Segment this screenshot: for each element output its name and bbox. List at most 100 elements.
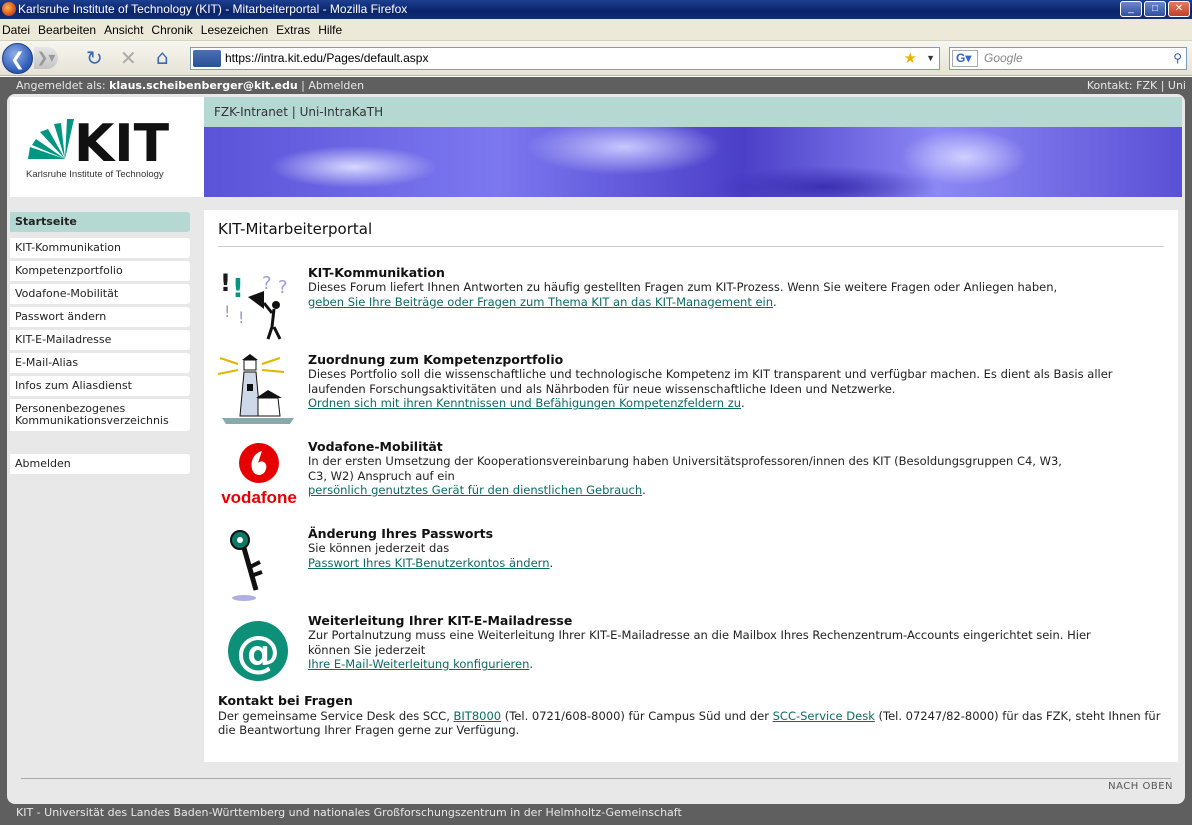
menu-bearbeiten[interactable]: Bearbeiten <box>36 23 102 37</box>
entry-email: @ Weiterleitung Ihrer KIT-E-Mailadresse … <box>218 613 1164 700</box>
sidebar-item-verzeichnis[interactable]: Personenbezogenes Kommunikationsverzeich… <box>10 399 190 431</box>
sidebar-item-kit-email[interactable]: KIT-E-Mailadresse <box>10 330 190 350</box>
svg-text:!: ! <box>220 269 231 297</box>
back-to-top-link[interactable]: NACH OBEN <box>1108 781 1173 792</box>
bit8000-link[interactable]: BIT8000 <box>454 709 502 723</box>
footer-text: KIT - Universität des Landes Baden-Württ… <box>16 806 682 819</box>
maximize-button[interactable]: □ <box>1144 1 1166 17</box>
sidebar-item-vodafone[interactable]: Vodafone-Mobilität <box>10 284 190 304</box>
window-titlebar: Karlsruhe Institute of Technology (KIT) … <box>0 0 1192 19</box>
sidebar-item-kompetenzportfolio[interactable]: Kompetenzportfolio <box>10 261 190 281</box>
sidebar-item-kit-kommunikation[interactable]: KIT-Kommunikation <box>10 238 190 258</box>
page: Angemeldet als: klaus.scheibenberger@kit… <box>0 77 1192 825</box>
entry-title: Änderung Ihres Passworts <box>308 526 494 541</box>
entry-link[interactable]: geben Sie Ihre Beiträge oder Fragen zum … <box>308 295 773 309</box>
menu-datei[interactable]: Datei <box>0 23 36 37</box>
entry-tail: . <box>773 294 777 309</box>
contact-text-2: (Tel. 0721/608-8000) für Campus Süd und … <box>504 708 769 723</box>
entry-text: Zur Portalnutzung muss eine Weiterleitun… <box>308 628 1091 657</box>
svg-text:!: ! <box>224 302 230 321</box>
menu-bar: Datei Bearbeiten Ansicht Chronik Lesezei… <box>0 19 1192 41</box>
svg-text:?: ? <box>262 273 272 294</box>
kit-wordmark: KIT <box>74 114 170 174</box>
url-text: https://intra.kit.edu/Pages/default.aspx <box>225 51 429 65</box>
url-dropdown-icon[interactable]: ▼ <box>926 48 935 69</box>
google-engine-icon[interactable]: G▾ <box>952 50 978 67</box>
entry-kommunikation: ! ! ? ? ! ! KIT-Kommunikation Dieses For… <box>218 265 1164 352</box>
entry-title: Weiterleitung Ihrer KIT-E-Mailadresse <box>308 613 573 628</box>
sidebar-item-abmelden[interactable]: Abmelden <box>10 454 190 474</box>
search-input[interactable]: G▾ Google ⚲ <box>949 47 1187 70</box>
menu-chronik[interactable]: Chronik <box>149 23 198 37</box>
user-name: klaus.scheibenberger@kit.edu <box>109 79 298 92</box>
menu-hilfe[interactable]: Hilfe <box>316 23 348 37</box>
entry-tail: . <box>642 483 646 497</box>
sidebar-item-passwort[interactable]: Passwort ändern <box>10 307 190 327</box>
contact-section: Kontakt bei Fragen Der gemeinsame Servic… <box>218 693 1164 738</box>
entry-passwort: Änderung Ihres Passworts Sie können jede… <box>218 526 1164 613</box>
entry-link[interactable]: persönlich genutztes Gerät für den diens… <box>308 483 642 497</box>
back-button[interactable]: ❮ <box>2 43 33 74</box>
contact-text-1: Der gemeinsame Service Desk des SCC, <box>218 708 450 723</box>
scc-service-desk-link[interactable]: SCC-Service Desk <box>773 709 875 723</box>
entry-text: In der ersten Umsetzung der Kooperations… <box>308 454 1062 483</box>
entry-link[interactable]: Ordnen sich mit ihren Kenntnissen und Be… <box>308 396 741 410</box>
page-title: KIT-Mitarbeiterportal <box>218 220 1164 247</box>
entry-title: Zuordnung zum Kompetenzportfolio <box>308 352 564 367</box>
menu-ansicht[interactable]: Ansicht <box>102 23 149 37</box>
svg-text:@: @ <box>236 627 280 678</box>
content-frame: KIT Karlsruhe Institute of Technology FZ… <box>7 94 1185 804</box>
at-sign-icon: @ <box>218 615 300 689</box>
sidebar-item-aliasdienst[interactable]: Infos zum Aliasdienst <box>10 376 190 396</box>
kit-logo-subtitle: Karlsruhe Institute of Technology <box>26 169 164 180</box>
entry-text: Sie können jederzeit das <box>308 541 450 555</box>
menu-lesezeichen[interactable]: Lesezeichen <box>199 23 274 37</box>
svg-text:?: ? <box>278 277 288 298</box>
footer-divider <box>21 778 1171 779</box>
svg-text:!: ! <box>232 274 244 304</box>
navigation-toolbar: ❮ ❯▾ ↻ ✕ ⌂ https://intra.kit.edu/Pages/d… <box>0 41 1192 76</box>
entry-text: Dieses Portfolio soll die wissenschaftli… <box>308 367 1113 396</box>
window-title: Karlsruhe Institute of Technology (KIT) … <box>18 2 408 16</box>
megaphone-icon: ! ! ? ? ! ! <box>218 267 300 341</box>
stop-icon[interactable]: ✕ <box>120 46 137 70</box>
forward-button[interactable]: ❯▾ <box>34 47 58 69</box>
header: FZK-Intranet | Uni-IntraKaTH <box>204 97 1182 197</box>
top-strip: Angemeldet als: klaus.scheibenberger@kit… <box>0 77 1192 94</box>
entry-link[interactable]: Ihre E-Mail-Weiterleitung konfigurieren <box>308 657 529 671</box>
sidebar-item-startseite[interactable]: Startseite <box>10 212 190 232</box>
minimize-button[interactable]: _ <box>1120 1 1142 17</box>
vodafone-logo-icon: vodafone <box>218 441 300 515</box>
main-content: KIT-Mitarbeiterportal ! ! ? ? ! ! KIT-Ko… <box>204 210 1178 762</box>
reload-icon[interactable]: ↻ <box>86 46 103 70</box>
vodafone-logo-text: vodafone <box>221 488 297 507</box>
site-identity-icon[interactable] <box>193 50 221 67</box>
entry-title: Vodafone-Mobilität <box>308 439 443 454</box>
header-tabs[interactable]: FZK-Intranet | Uni-IntraKaTH <box>204 97 1182 127</box>
entry-title: KIT-Kommunikation <box>308 265 445 280</box>
bookmark-star-icon[interactable]: ★ <box>904 48 917 69</box>
sidebar: Startseite KIT-Kommunikation Kompetenzpo… <box>10 212 190 477</box>
kit-logo-graphic: KIT Karlsruhe Institute of Technology <box>26 114 170 180</box>
entry-tail: . <box>529 657 534 671</box>
logout-link[interactable]: | Abmelden <box>301 79 364 92</box>
close-button[interactable]: ✕ <box>1168 1 1190 17</box>
entry-kompetenzportfolio: Zuordnung zum Kompetenzportfolio Dieses … <box>217 352 1164 439</box>
header-banner-image <box>204 127 1182 197</box>
svg-text:!: ! <box>238 308 244 327</box>
menu-extras[interactable]: Extras <box>274 23 316 37</box>
entry-tail: . <box>741 396 745 410</box>
home-icon[interactable]: ⌂ <box>156 45 169 69</box>
search-icon[interactable]: ⚲ <box>1173 48 1182 69</box>
logged-in-label: Angemeldet als: <box>16 79 106 92</box>
key-icon <box>218 528 300 602</box>
search-placeholder: Google <box>984 51 1023 65</box>
entry-text: Dieses Forum liefert Ihnen Antworten zu … <box>308 280 1058 294</box>
kit-logo[interactable]: KIT Karlsruhe Institute of Technology <box>10 97 204 197</box>
url-bar[interactable]: https://intra.kit.edu/Pages/default.aspx… <box>190 47 940 70</box>
sidebar-item-email-alias[interactable]: E-Mail-Alias <box>10 353 190 373</box>
contact-link[interactable]: Kontakt: FZK | Uni <box>1087 77 1186 94</box>
lighthouse-icon <box>217 354 300 428</box>
entry-link[interactable]: Passwort Ihres KIT-Benutzerkontos ändern <box>308 556 549 570</box>
entry-vodafone: vodafone Vodafone-Mobilität In der erste… <box>218 439 1164 526</box>
